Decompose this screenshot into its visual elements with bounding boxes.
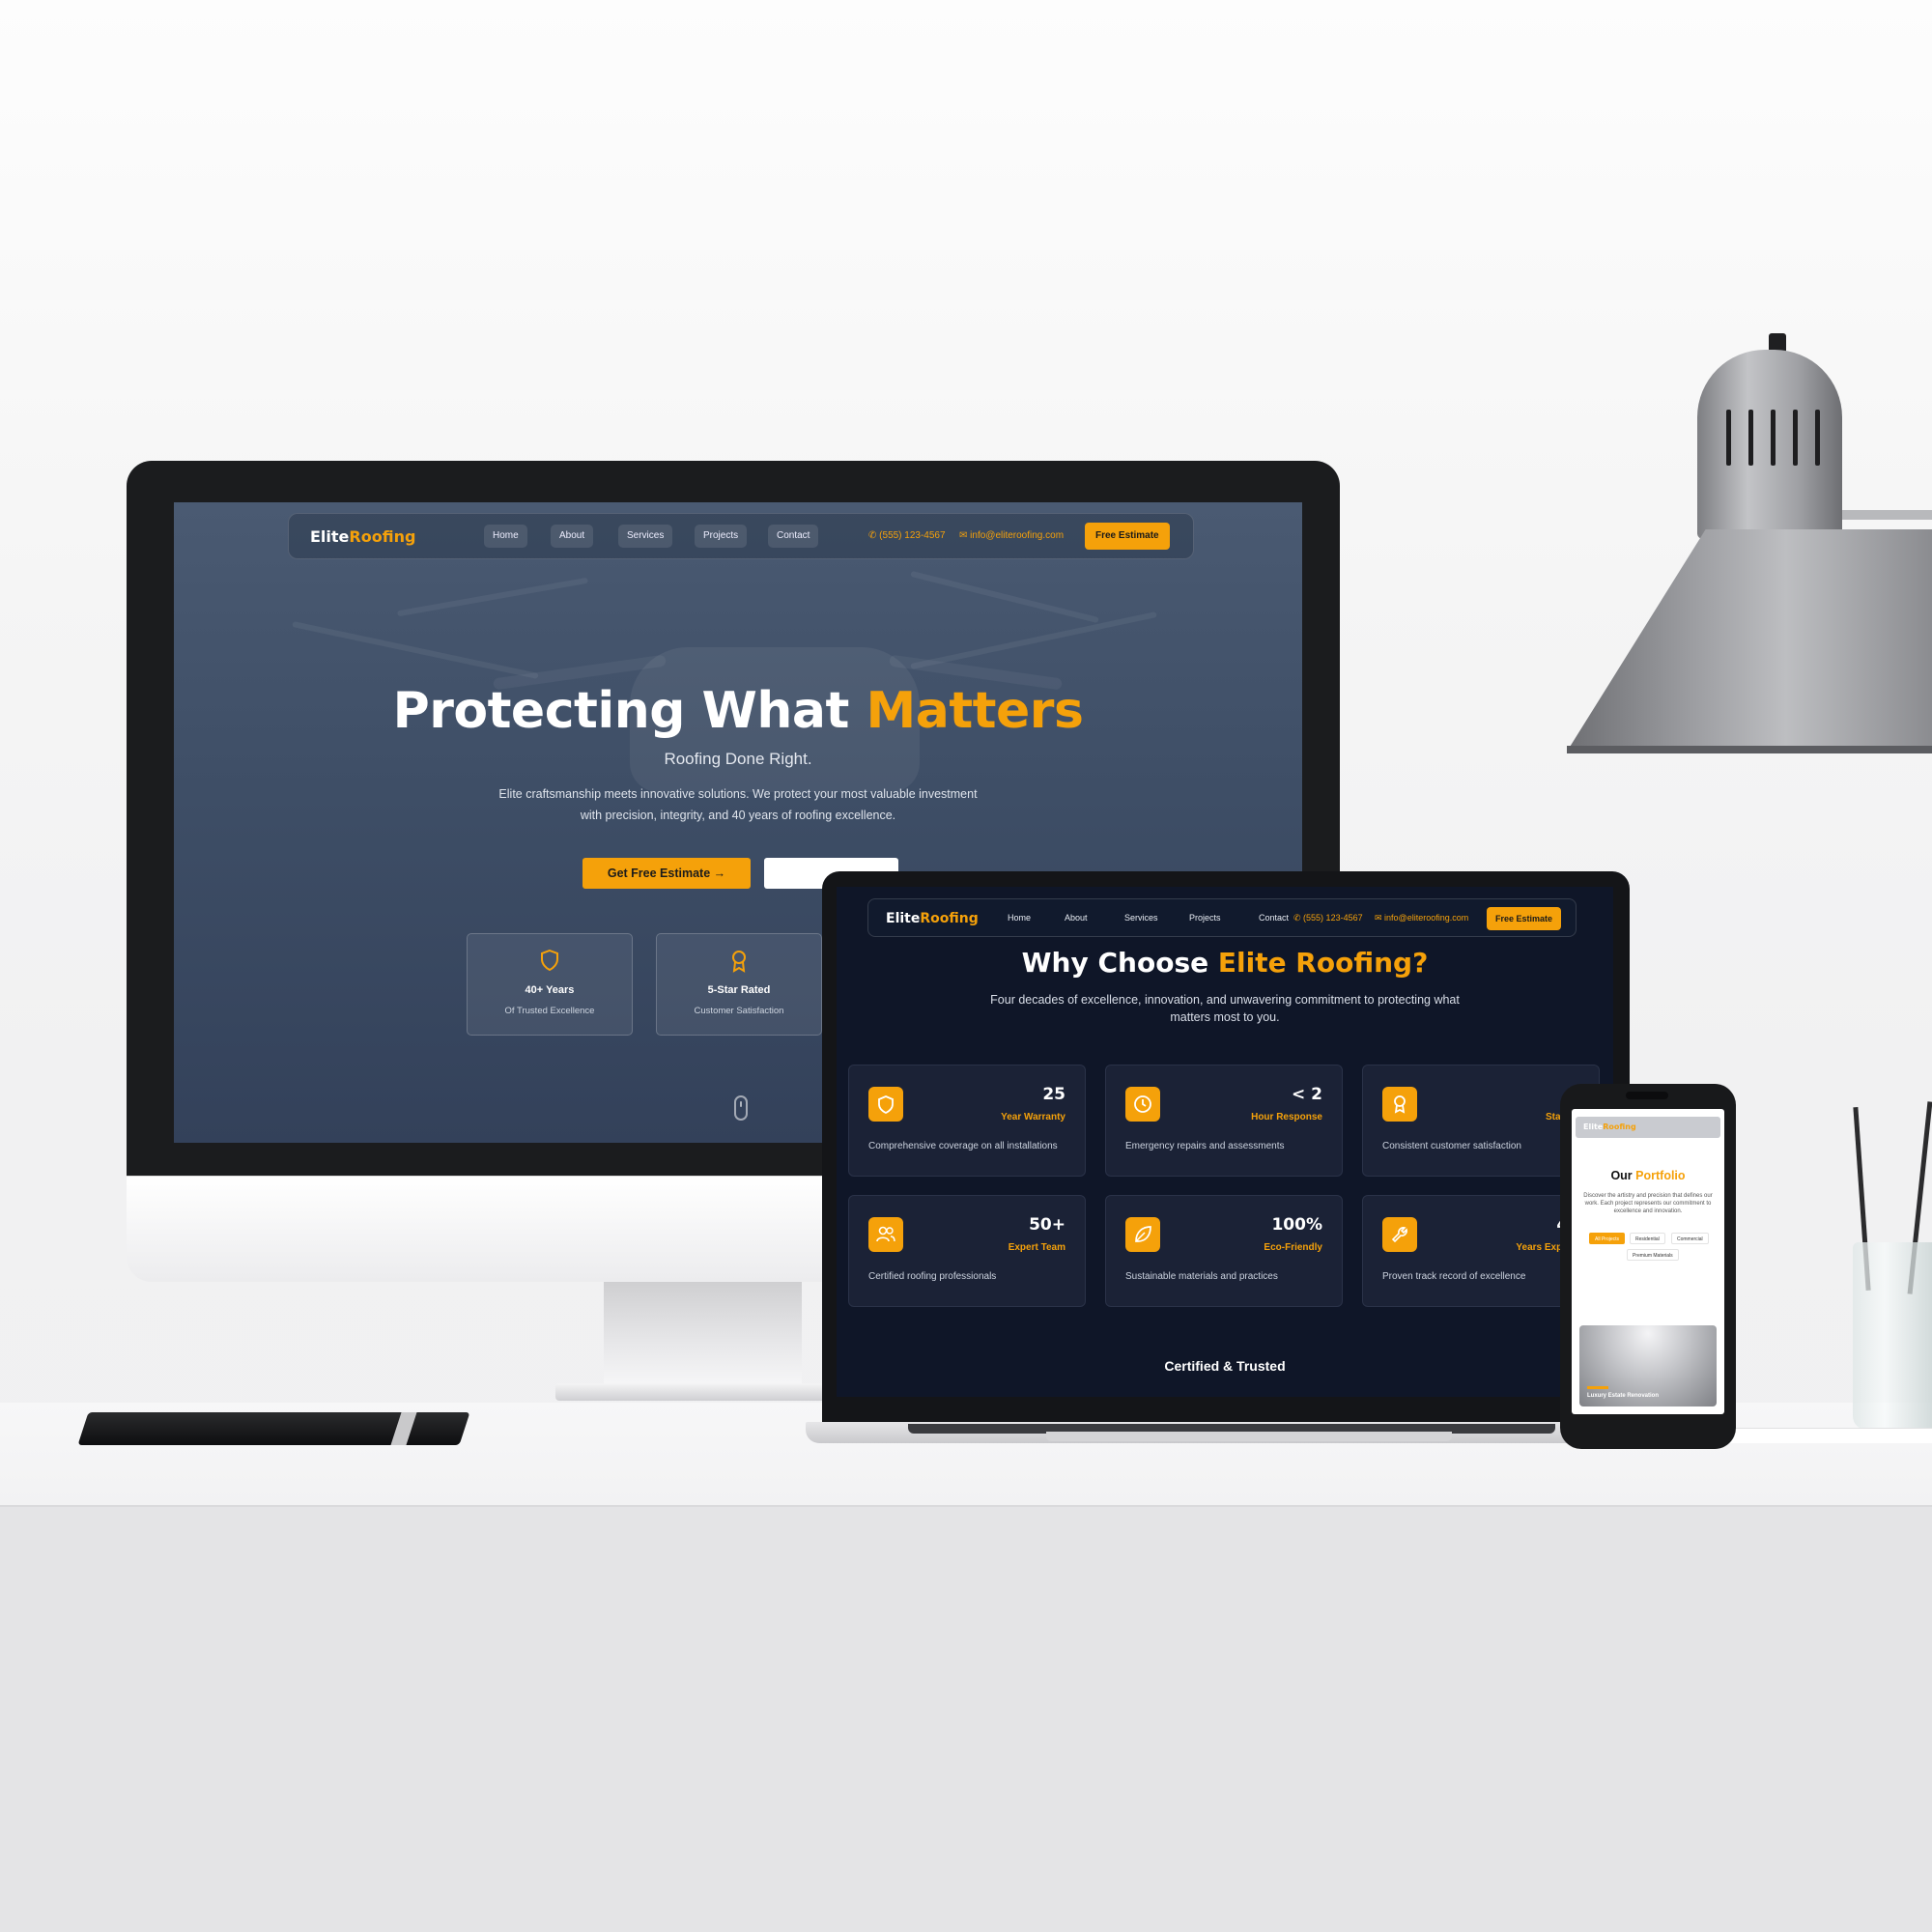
stat-card-years: 40+ Years Of Trusted Excellence: [467, 933, 633, 1036]
nav-home[interactable]: Home: [484, 525, 527, 548]
nav-contact[interactable]: Contact: [1259, 913, 1289, 923]
imac-stand: [604, 1282, 802, 1388]
hero-paragraph: Elite craftsmanship meets innovative sol…: [498, 787, 978, 822]
feature-card: 50+ Expert Team Certified roofing profes…: [848, 1195, 1086, 1307]
desktop-navbar: EliteRoofing Home About Services Project…: [288, 513, 1194, 559]
phone-link[interactable]: ✆ (555) 123-4567: [1293, 913, 1363, 923]
clock-icon: [1125, 1087, 1160, 1122]
phone-icon: ✆: [1293, 913, 1304, 923]
nav-projects[interactable]: Projects: [695, 525, 748, 548]
hero-subtitle: Roofing Done Right.: [664, 750, 812, 768]
mail-icon: ✉: [1375, 913, 1385, 923]
email-link[interactable]: ✉ info@eliteroofing.com: [1375, 913, 1468, 923]
stat-card-rating: 5-Star Rated Customer Satisfaction: [656, 933, 822, 1036]
site-logo[interactable]: EliteRoofing: [1583, 1122, 1636, 1131]
laptop-trackpad-notch: [1046, 1432, 1452, 1441]
filter-premium-materials[interactable]: Premium Materials: [1627, 1249, 1679, 1261]
nav-projects[interactable]: Projects: [1189, 913, 1221, 923]
nav-services[interactable]: Services: [618, 525, 673, 548]
laptop-website-screen: EliteRoofing Home About Services Project…: [837, 887, 1613, 1397]
lamp-shade: [1567, 529, 1932, 752]
users-icon: [868, 1217, 903, 1252]
why-choose-heading: Why Choose Elite Roofing?: [1021, 947, 1429, 979]
lamp-rim: [1567, 746, 1932, 753]
scroll-mouse-icon[interactable]: [734, 1095, 748, 1121]
free-estimate-button[interactable]: Free Estimate: [1487, 907, 1562, 930]
phone-notch: [1626, 1092, 1668, 1099]
email-link[interactable]: ✉ info@eliteroofing.com: [959, 530, 1064, 541]
phone-icon: ✆: [868, 530, 880, 541]
phone-navbar: EliteRoofing: [1576, 1117, 1720, 1138]
arrow-right-icon: →: [713, 867, 726, 880]
certified-heading: Certified & Trusted: [1164, 1358, 1286, 1374]
project-tag: [1587, 1386, 1608, 1389]
phone-website-screen: EliteRoofing Our Portfolio Discover the …: [1572, 1109, 1724, 1414]
phone-link[interactable]: ✆ (555) 123-4567: [868, 530, 946, 541]
leaf-icon: [1125, 1217, 1160, 1252]
laptop-navbar: EliteRoofing Home About Services Project…: [867, 898, 1577, 937]
shield-icon: [468, 949, 632, 976]
nav-about[interactable]: About: [551, 525, 594, 548]
feature-card: < 2 Hour Response Emergency repairs and …: [1105, 1065, 1343, 1177]
mail-icon: ✉: [959, 530, 971, 541]
wrench-icon: [1382, 1217, 1417, 1252]
award-icon: [657, 950, 821, 978]
nav-services[interactable]: Services: [1124, 913, 1158, 923]
hero-title: Protecting What Matters: [392, 682, 1084, 740]
pencil-jar: [1853, 1242, 1932, 1430]
imac-foot: [555, 1383, 850, 1401]
feature-card: 25 Year Warranty Comprehensive coverage …: [848, 1065, 1086, 1177]
project-caption: Luxury Estate Renovation: [1587, 1393, 1660, 1399]
award-icon: [1382, 1087, 1417, 1122]
portfolio-heading: Our Portfolio: [1610, 1169, 1686, 1182]
filter-all-projects[interactable]: All Projects: [1589, 1233, 1626, 1244]
filter-residential[interactable]: Residential: [1630, 1233, 1665, 1244]
nav-home[interactable]: Home: [1008, 913, 1031, 923]
lamp-arm: [1840, 510, 1932, 520]
lamp-head: [1697, 350, 1842, 539]
shield-icon: [868, 1087, 903, 1122]
why-choose-paragraph: Four decades of excellence, innovation, …: [990, 993, 1460, 1024]
desk-front: [0, 1507, 1932, 1932]
free-estimate-button[interactable]: Free Estimate: [1085, 523, 1170, 550]
filter-commercial[interactable]: Commercial: [1671, 1233, 1709, 1244]
portfolio-paragraph: Discover the artistry and precision that…: [1583, 1193, 1713, 1214]
feature-card: 100% Eco-Friendly Sustainable materials …: [1105, 1195, 1343, 1307]
site-logo[interactable]: EliteRoofing: [886, 911, 979, 926]
nav-about[interactable]: About: [1065, 913, 1088, 923]
nav-contact[interactable]: Contact: [768, 525, 819, 548]
project-card[interactable]: Luxury Estate Renovation: [1579, 1325, 1717, 1406]
get-free-estimate-button[interactable]: Get Free Estimate →: [582, 858, 751, 889]
site-logo[interactable]: EliteRoofing: [310, 527, 415, 546]
